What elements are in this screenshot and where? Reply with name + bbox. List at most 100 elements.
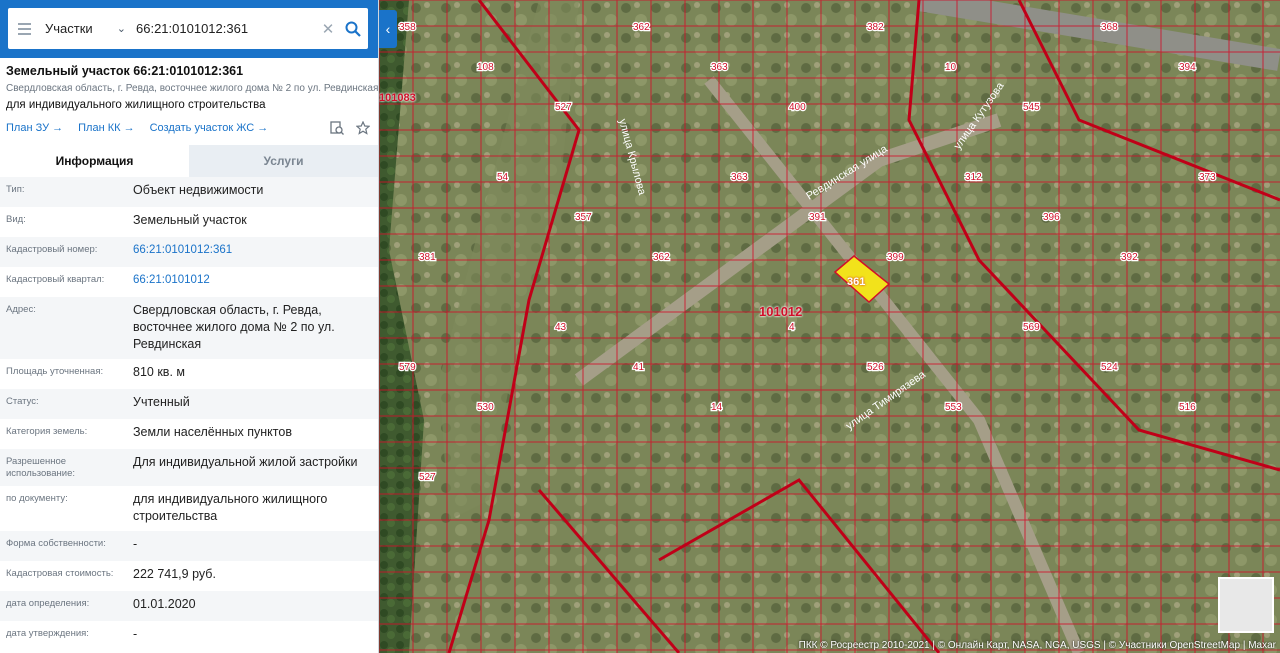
parcel-number-label[interactable]: 4 bbox=[788, 321, 797, 335]
tab-services[interactable]: Услуги bbox=[189, 145, 378, 177]
map-attribution: ПКК © Росреестр 2010-2021 | © Онлайн Кар… bbox=[798, 640, 1276, 651]
row-value: Объект недвижимости bbox=[133, 183, 264, 197]
row-value: для индивидуального жилищного строительс… bbox=[133, 492, 328, 523]
parcel-number-label[interactable]: 363 bbox=[730, 171, 750, 185]
object-title: Земельный участок 66:21:0101012:361 bbox=[6, 64, 244, 78]
row-label: Кадастровый номер: bbox=[6, 244, 98, 255]
parcel-number-label[interactable]: 54 bbox=[496, 171, 510, 185]
parcel-number-label[interactable]: 527 bbox=[418, 471, 438, 485]
parcel-number-label[interactable]: 396 bbox=[1042, 211, 1062, 225]
row-value: Земельный участок bbox=[133, 213, 247, 227]
parcel-number-label[interactable]: 381 bbox=[418, 251, 438, 265]
parcel-number-label[interactable]: 368 bbox=[1100, 21, 1120, 35]
parcel-number-label[interactable]: 569 bbox=[1022, 321, 1042, 335]
parcel-number-label[interactable]: 362 bbox=[632, 21, 652, 35]
row-value: Для индивидуальной жилой застройки bbox=[133, 455, 358, 469]
collapse-panel-button[interactable]: ‹ bbox=[379, 10, 397, 48]
parcel-number-label[interactable]: 357 bbox=[574, 211, 594, 225]
chevron-left-icon: ‹ bbox=[385, 21, 391, 37]
parcel-number-label[interactable]: 527 bbox=[554, 101, 574, 115]
row-value: Земли населённых пунктов bbox=[133, 425, 292, 439]
info-row-permitted-use: Разрешенное использование: Для индивидуал… bbox=[0, 449, 378, 486]
row-label: Форма собственности: bbox=[6, 538, 106, 549]
block-label: 101083 bbox=[379, 92, 416, 104]
info-row-cadastral-value: Кадастровая стоимость: 222 741,9 руб. bbox=[0, 561, 378, 591]
object-purpose: для индивидуального жилищного строительс… bbox=[6, 99, 266, 111]
plan-kk-link[interactable]: План КК → bbox=[78, 122, 134, 134]
row-value: 810 кв. м bbox=[133, 365, 185, 379]
clear-icon[interactable]: ✕ bbox=[318, 20, 338, 38]
info-panel: Участки ⌄ ✕ Земельный участок 66:21:0101… bbox=[0, 0, 379, 653]
parcel-number-label[interactable]: 358 bbox=[398, 21, 418, 35]
row-label: Вид: bbox=[6, 214, 26, 225]
locate-on-map-icon[interactable] bbox=[328, 120, 346, 136]
info-row-cadastral-quarter: Кадастровый квартал: 66:21:0101012 bbox=[0, 267, 378, 297]
map-canvas[interactable]: Ревдинская улицаулица Крыловаулица Кутуз… bbox=[379, 0, 1280, 653]
cadastral-map[interactable]: Ревдинская улица улица Крылова улица Кутуз… bbox=[379, 0, 1280, 653]
parcel-number-label[interactable]: 312 bbox=[964, 171, 984, 185]
parcel-number-label[interactable]: 394 bbox=[1178, 61, 1198, 75]
parcel-number-label[interactable]: 391 bbox=[808, 211, 828, 225]
info-row-area: Площадь уточненная: 810 кв. м bbox=[0, 359, 378, 389]
chevron-down-icon: ⌄ bbox=[116, 23, 126, 35]
cadastral-quarter-link[interactable]: 66:21:0101012 bbox=[133, 272, 372, 291]
search-box: Участки ⌄ ✕ bbox=[8, 8, 368, 49]
info-row-status: Статус: Учтенный bbox=[0, 389, 378, 419]
parcel-number-label[interactable]: 524 bbox=[1100, 361, 1120, 375]
row-value: Свердловская область, г. Ревда, восточне… bbox=[133, 303, 335, 351]
info-row-by-document: по документу: для индивидуального жилищно… bbox=[0, 486, 378, 531]
parcel-number-label[interactable]: 373 bbox=[1198, 171, 1218, 185]
row-label: Статус: bbox=[6, 396, 39, 407]
row-label: Разрешенное использование: bbox=[6, 456, 76, 479]
tab-info[interactable]: Информация bbox=[0, 145, 189, 177]
row-value: - bbox=[133, 627, 138, 641]
search-icon[interactable] bbox=[338, 8, 368, 49]
parcel-number-label[interactable]: 526 bbox=[866, 361, 886, 375]
info-row-approval-date: дата утверждения: - bbox=[0, 621, 378, 651]
parcel-number-label[interactable]: 108 bbox=[476, 61, 496, 75]
cadastral-number-link[interactable]: 66:21:0101012:361 bbox=[133, 242, 372, 261]
menu-icon[interactable] bbox=[8, 8, 40, 49]
info-row-address: Адрес: Свердловская область, г. Ревда, во… bbox=[0, 297, 378, 359]
search-input[interactable] bbox=[132, 21, 318, 36]
parcel-number-label[interactable]: 530 bbox=[476, 401, 496, 415]
parcel-number-label[interactable]: 10 bbox=[944, 61, 958, 75]
info-row-cadastral-number: Кадастровый номер: 66:21:0101012:361 bbox=[0, 237, 378, 267]
row-label: дата определения: bbox=[6, 598, 90, 609]
row-value: 01.01.2020 bbox=[133, 597, 196, 611]
parcel-number-label[interactable]: 399 bbox=[886, 251, 906, 265]
search-bar: Участки ⌄ ✕ bbox=[0, 0, 378, 58]
row-value: - bbox=[133, 537, 138, 551]
plan-zu-link[interactable]: План ЗУ → bbox=[6, 122, 63, 134]
favorite-star-icon[interactable] bbox=[354, 120, 372, 136]
parcel-number-label[interactable]: 392 bbox=[1120, 251, 1140, 265]
minimap[interactable] bbox=[1218, 577, 1274, 633]
object-address: Свердловская область, г. Ревда, восточне… bbox=[6, 83, 379, 94]
row-label: Кадастровая стоимость: bbox=[6, 568, 114, 579]
parcel-number-label[interactable]: 545 bbox=[1022, 101, 1042, 115]
info-row-valuation-date: дата определения: 01.01.2020 bbox=[0, 591, 378, 621]
info-row-kind: Вид: Земельный участок bbox=[0, 207, 378, 237]
create-zhs-link[interactable]: Создать участок ЖС → bbox=[150, 122, 269, 134]
row-value: Учтенный bbox=[133, 395, 190, 409]
info-row-type: Тип: Объект недвижимости bbox=[0, 177, 378, 207]
parcel-number-label[interactable]: 41 bbox=[632, 361, 646, 375]
search-type-select[interactable]: Участки ⌄ bbox=[40, 21, 132, 36]
parcel-number-label[interactable]: 363 bbox=[710, 61, 730, 75]
parcel-number-label[interactable]: 400 bbox=[788, 101, 808, 115]
object-header: Земельный участок 66:21:0101012:361 Свер… bbox=[0, 58, 378, 136]
action-links: План ЗУ → План КК → Создать участок ЖС → bbox=[6, 120, 372, 136]
row-label: по документу: bbox=[6, 493, 68, 504]
parcel-number-label[interactable]: 579 bbox=[398, 361, 418, 375]
app-root: Ревдинская улица улица Крылова улица Кутуз… bbox=[0, 0, 1280, 653]
row-value: 222 741,9 руб. bbox=[133, 567, 216, 581]
parcel-number-label[interactable]: 43 bbox=[554, 321, 568, 335]
row-label: Тип: bbox=[6, 184, 25, 195]
parcel-number-label[interactable]: 516 bbox=[1178, 401, 1198, 415]
parcel-number-label[interactable]: 14 bbox=[710, 401, 724, 415]
selected-parcel-label: 361 bbox=[847, 276, 866, 288]
parcel-number-label[interactable]: 382 bbox=[866, 21, 886, 35]
row-label: Адрес: bbox=[6, 304, 36, 315]
parcel-number-label[interactable]: 553 bbox=[944, 401, 964, 415]
parcel-number-label[interactable]: 362 bbox=[652, 251, 672, 265]
